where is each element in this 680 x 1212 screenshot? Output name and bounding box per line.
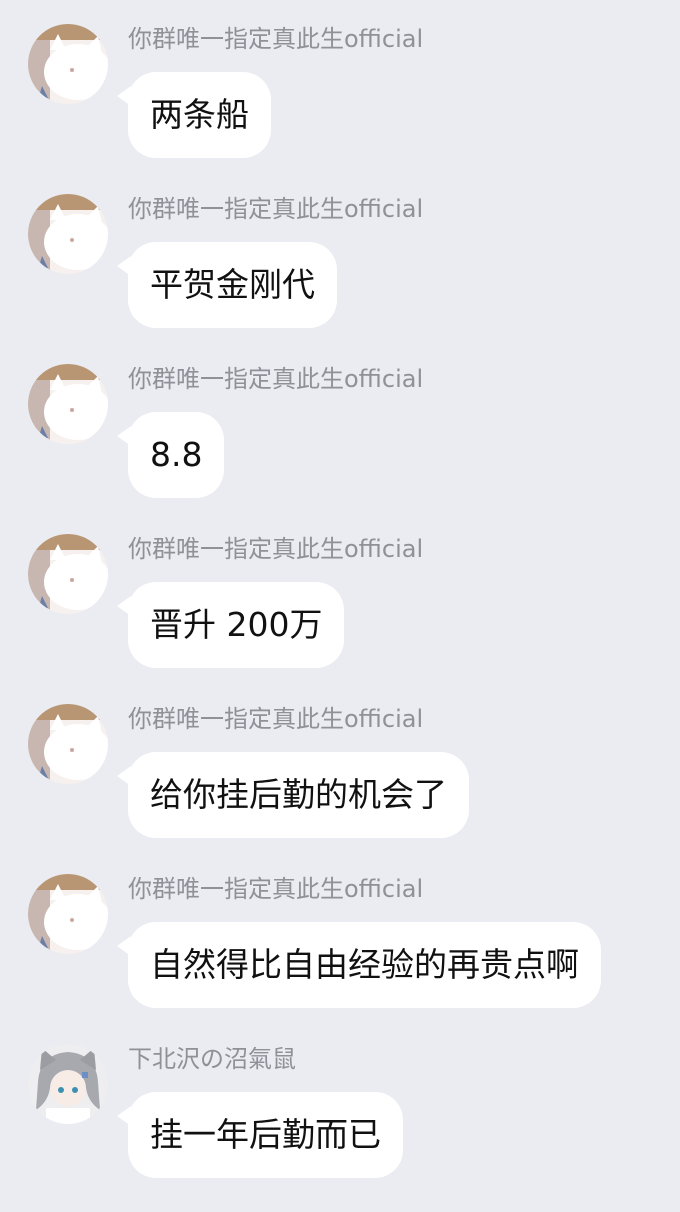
message-bubble[interactable]: 平贺金刚代 <box>117 242 337 328</box>
sender-name: 你群唯一指定真此生official <box>128 875 424 903</box>
message-text: 晋升 200万 <box>150 605 323 644</box>
anime-girl-avatar-icon[interactable] <box>28 1044 108 1124</box>
sender-name: 下北沢の沼氣鼠 <box>128 1045 296 1073</box>
cat-avatar-icon[interactable] <box>28 874 108 954</box>
sender-name: 你群唯一指定真此生official <box>128 705 424 733</box>
message-bubble[interactable]: 挂一年后勤而已 <box>117 1092 403 1178</box>
message-bubble[interactable]: 两条船 <box>117 72 271 158</box>
chat-message: 你群唯一指定真此生official 平贺金刚代 <box>0 170 680 340</box>
message-bubble[interactable]: 晋升 200万 <box>116 582 345 668</box>
cat-avatar-icon[interactable] <box>28 364 108 444</box>
chat-message: 下北沢の沼氣鼠 挂一年后勤而已 <box>0 1020 680 1190</box>
message-text: 给你挂后勤的机会了 <box>150 775 447 814</box>
message-bubble[interactable]: 8.8 <box>116 412 225 498</box>
message-bubble[interactable]: 给你挂后勤的机会了 <box>117 752 469 838</box>
cat-avatar-icon[interactable] <box>28 704 108 784</box>
cat-avatar-icon[interactable] <box>28 534 108 614</box>
chat-message: 你群唯一指定真此生official 8.8 <box>0 340 680 510</box>
chat-message: 你群唯一指定真此生official 自然得比自由经验的再贵点啊 <box>0 850 680 1020</box>
sender-name: 你群唯一指定真此生official <box>128 535 424 563</box>
message-text: 8.8 <box>150 435 203 474</box>
chat-message: 你群唯一指定真此生official 给你挂后勤的机会了 <box>0 680 680 850</box>
message-bubble[interactable]: 自然得比自由经验的再贵点啊 <box>117 922 601 1008</box>
message-text: 平贺金刚代 <box>150 265 315 304</box>
chat-message: 你群唯一指定真此生official 两条船 <box>0 0 680 170</box>
message-text: 挂一年后勤而已 <box>150 1115 381 1154</box>
chat-message-list[interactable]: 你群唯一指定真此生official 两条船 你群唯一指定真此生official … <box>0 0 680 1212</box>
message-text: 自然得比自由经验的再贵点啊 <box>150 945 579 984</box>
sender-name: 你群唯一指定真此生official <box>128 25 424 53</box>
sender-name: 你群唯一指定真此生official <box>128 365 424 393</box>
chat-message: 你群唯一指定真此生official 晋升 200万 <box>0 510 680 680</box>
cat-avatar-icon[interactable] <box>28 24 108 104</box>
cat-avatar-icon[interactable] <box>28 194 108 274</box>
message-text: 两条船 <box>150 95 249 134</box>
sender-name: 你群唯一指定真此生official <box>128 195 424 223</box>
